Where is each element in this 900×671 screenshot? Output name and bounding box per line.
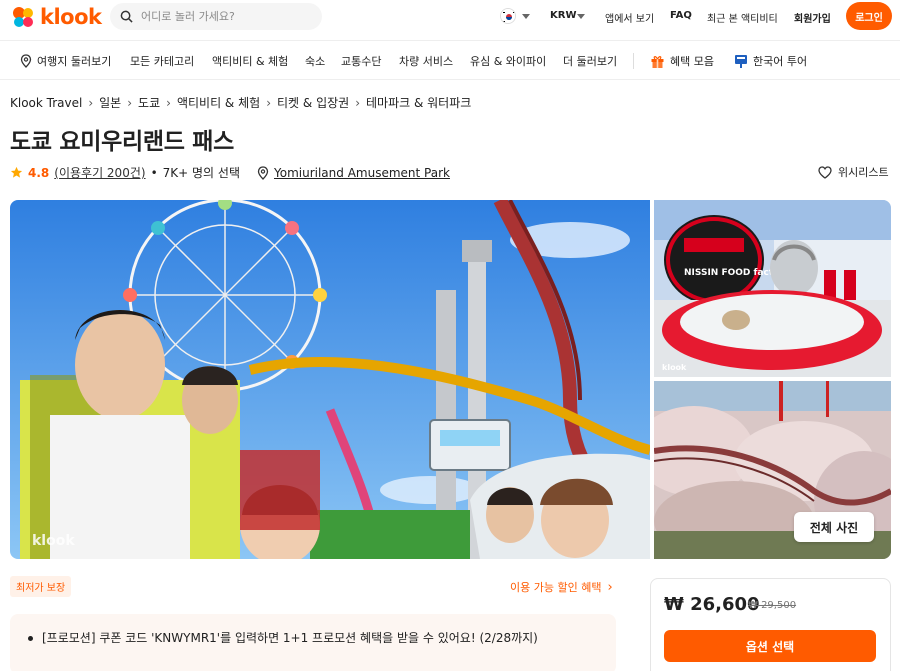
nav-label: 교통수단 [341,55,382,68]
nav-item-deals[interactable]: 혜택 모음 [650,53,714,69]
nav-label: 액티비티 & 체험 [212,55,289,68]
klook-logo[interactable]: klook [10,4,102,30]
search-bar[interactable] [110,3,322,30]
select-option-button[interactable]: 옵션 선택 [664,630,876,662]
signup-link[interactable]: 회원가입 [794,10,831,25]
nav-item-sim-wifi[interactable]: 유심 & 와이파이 [470,53,546,69]
discounts-label: 이용 가능 할인 혜택 [510,581,602,594]
nav-item-stays[interactable]: 숙소 [305,53,325,69]
language-chevron-down-icon[interactable] [522,14,530,19]
breadcrumb-item[interactable]: 액티비티 & 체험 [177,94,260,111]
gallery-main-image[interactable]: klook [10,200,650,559]
gallery-image-2[interactable]: NISSIN FOOD factory klook [654,200,891,377]
promo-text: [프로모션] 쿠폰 코드 'KNWYMR1'를 입력하면 1+1 프로모션 혜택… [26,628,546,649]
search-input[interactable] [141,10,311,23]
chevron-right-icon: › [266,95,271,110]
login-button[interactable]: 로그인 [846,2,892,30]
nav-item-transport[interactable]: 교통수단 [341,53,381,69]
watermark-text: klook [662,363,687,372]
wishlist-label: 위시리스트 [838,166,889,179]
breadcrumb-item[interactable]: 일본 [99,94,121,111]
chevron-right-icon: › [607,579,613,595]
nav-label: 혜택 모음 [670,55,714,68]
klook-logo-icon [13,7,33,27]
page-title: 도쿄 요미우리랜드 패스 [10,129,235,155]
chevron-right-icon: › [166,95,171,110]
nav-label: 모든 카테고리 [130,55,195,68]
location-pin-icon [20,54,32,68]
available-discounts-link[interactable]: 이용 가능 할인 혜택 › [510,579,613,595]
product-meta: 4.8 (이용후기 200건) • 7K+ 명의 선택 Yomiuriland … [10,164,450,181]
chevron-right-icon: › [127,95,133,110]
category-nav: 여행지 둘러보기 모든 카테고리 액티비티 & 체험 숙소 교통수단 차량 서비… [0,40,900,80]
currency-selector[interactable]: KRW [550,10,576,21]
reviews-link[interactable]: (이용후기 200건) [54,164,145,181]
nav-label: 더 둘러보기 [563,55,618,68]
app-link[interactable]: 앱에서 보기 [605,10,654,25]
breadcrumb-item[interactable]: 도쿄 [138,94,160,111]
rating-value: 4.8 [28,165,50,180]
logo-text: klook [40,5,102,29]
country-flag-icon[interactable] [500,8,516,24]
best-price-badge: 최저가 보장 [10,576,72,597]
search-icon [120,10,133,23]
location-pin-icon [257,165,269,180]
price-value: ₩ 26,600 [664,594,760,615]
nav-item-destinations[interactable]: 여행지 둘러보기 [20,53,111,69]
breadcrumb: Klook Travel › 일본 › 도쿄 › 액티비티 & 체험 › 티켓 … [10,94,471,111]
faq-link[interactable]: FAQ [670,10,692,21]
nav-label: 숙소 [305,55,326,68]
watermark-text: klook [32,533,75,549]
promo-line: [프로모션] 쿠폰 코드 'KNWYMR1'를 입력하면 1+1 프로모션 혜택… [42,631,538,645]
nav-divider [633,53,634,69]
view-all-photos-button[interactable]: 전체 사진 [794,512,874,542]
breadcrumb-item[interactable]: 티켓 & 입장권 [277,94,349,111]
wishlist-button[interactable]: 위시리스트 [818,164,889,180]
top-header: klook KRW 앱에서 보기 FAQ 최근 본 액티비티 회원가입 로그인 [0,0,900,36]
nav-label: 유심 & 와이파이 [470,55,547,68]
original-price: ₩ 29,500 [748,600,797,611]
nav-label: 여행지 둘러보기 [37,55,112,68]
nav-label: 차량 서비스 [399,55,454,68]
breadcrumb-item[interactable]: Klook Travel [10,96,82,110]
star-icon [10,166,23,178]
nav-label: 한국어 투어 [753,55,808,68]
nav-item-activities[interactable]: 액티비티 & 체험 [212,53,288,69]
gift-icon [651,55,664,68]
chevron-right-icon: › [88,95,94,110]
location-link[interactable]: Yomiuriland Amusement Park [274,166,450,180]
nav-item-car-service[interactable]: 차량 서비스 [399,53,453,69]
recent-activities-link[interactable]: 최근 본 액티비티 [707,10,778,25]
nav-item-korean-tours[interactable]: 한국어 투어 [734,53,807,69]
flag-board-icon [735,54,747,68]
booked-count: 7K+ 명의 선택 [162,166,240,180]
separator-dot: • [150,165,158,180]
breadcrumb-item[interactable]: 테마파크 & 워터파크 [366,94,471,111]
currency-chevron-down-icon[interactable] [577,14,585,19]
chevron-right-icon: › [355,95,360,110]
nav-item-all-categories[interactable]: 모든 카테고리 [130,53,194,69]
nav-item-more[interactable]: 더 둘러보기 [563,53,617,69]
heart-icon [818,165,832,179]
